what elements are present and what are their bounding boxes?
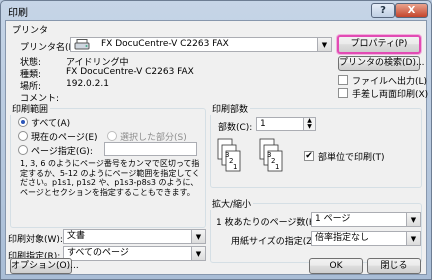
type-value: FX DocuCentre-V C2263 FAX [66, 67, 194, 77]
printer-icon [74, 39, 92, 50]
page-range-note: 1, 3, 6 のようにページ番号をカンマで区切って指 定するか、5-12 のよ… [20, 159, 200, 197]
page-range-input[interactable] [104, 142, 197, 156]
print-select[interactable]: すべてのページ ▼ [63, 246, 206, 261]
svg-text:1: 1 [233, 163, 237, 171]
chevron-down-icon[interactable]: ▼ [191, 247, 205, 260]
range-current-radio[interactable] [18, 131, 28, 141]
pages-per-sheet-label: 1 枚あたりのページ数(H): [216, 218, 323, 228]
spinner-icon[interactable]: ▲ ▼ [303, 118, 315, 130]
pages-per-sheet-select[interactable]: 1 ページ ▼ [311, 212, 421, 227]
properties-button[interactable]: プロパティ(P) [337, 35, 421, 54]
svg-text:1: 1 [275, 163, 279, 171]
dialog-body: プリンタ プリンタ名(N): FX DocuCentre-V C2263 FAX… [5, 20, 428, 275]
printer-name-select[interactable]: FX DocuCentre-V C2263 FAX ▼ [70, 37, 332, 52]
ok-button[interactable]: OK [309, 258, 363, 274]
range-pages-label[interactable]: ページ指定(G): [31, 144, 93, 157]
chevron-down-icon[interactable]: ▼ [317, 38, 331, 51]
scale-select[interactable]: 倍率指定なし ▼ [311, 231, 421, 246]
chevron-down-icon[interactable]: ▼ [406, 232, 420, 245]
copies-title: 印刷部数 [210, 102, 251, 115]
manual-duplex-label[interactable]: 手差し両面印刷(X) [352, 87, 428, 100]
copies-count-value: 1 [260, 119, 266, 129]
print-value: すべてのページ [67, 248, 129, 258]
close-button[interactable]: 閉じる [367, 258, 421, 274]
copies-count-input[interactable]: 1 ▲ ▼ [256, 117, 316, 131]
scale-label: 用紙サイズの指定(Z): [231, 237, 319, 247]
page-range-title: 印刷範囲 [10, 102, 51, 115]
svg-text:2: 2 [271, 157, 275, 165]
printer-section-label: プリンタ [12, 26, 49, 36]
chevron-down-icon[interactable]: ▼ [406, 213, 420, 226]
zoom-title: 拡大/縮小 [210, 197, 254, 210]
pages-per-sheet-value: 1 ページ [315, 214, 351, 224]
svg-text:3: 3 [225, 151, 229, 159]
range-pages-radio[interactable] [18, 145, 28, 155]
print-what-label: 印刷対象(W): [8, 235, 63, 245]
window-title: 印刷 [8, 8, 28, 19]
options-button[interactable]: オプション(O)... [10, 258, 79, 274]
print-to-file-checkbox[interactable] [338, 75, 348, 85]
close-window-button[interactable]: X [395, 3, 428, 18]
printer-name-value: FX DocuCentre-V C2263 FAX [101, 39, 229, 49]
find-printer-button[interactable]: プリンタの検索(D)... [338, 56, 425, 71]
manual-duplex-checkbox[interactable] [338, 88, 348, 98]
svg-text:3: 3 [267, 151, 271, 159]
range-all-label[interactable]: すべて(A) [31, 116, 70, 129]
collate-checkbox[interactable]: ✔ [304, 151, 314, 161]
scale-value: 倍率指定なし [315, 233, 370, 243]
title-bar: 印刷 ? X [1, 1, 431, 20]
collate-pages-icon: 123 123 [216, 137, 302, 181]
range-selection-radio [107, 131, 117, 141]
location-value: 192.0.2.1 [66, 79, 109, 89]
chevron-down-icon[interactable]: ▼ [191, 230, 205, 243]
print-what-value: 文書 [67, 231, 86, 241]
help-button[interactable]: ? [371, 3, 395, 18]
print-to-file-label[interactable]: ファイルへ出力(L) [352, 74, 427, 87]
print-what-select[interactable]: 文書 ▼ [63, 229, 206, 244]
range-all-radio[interactable] [18, 117, 28, 127]
range-current-label[interactable]: 現在のページ(E) [31, 130, 98, 143]
collate-label[interactable]: 部単位で印刷(T) [318, 150, 385, 163]
print-dialog: 印刷 ? X プリンタ プリンタ名(N): FX DocuCentre-V C2… [0, 0, 432, 280]
svg-text:2: 2 [229, 157, 233, 165]
copies-count-label: 部数(C): [218, 123, 253, 133]
